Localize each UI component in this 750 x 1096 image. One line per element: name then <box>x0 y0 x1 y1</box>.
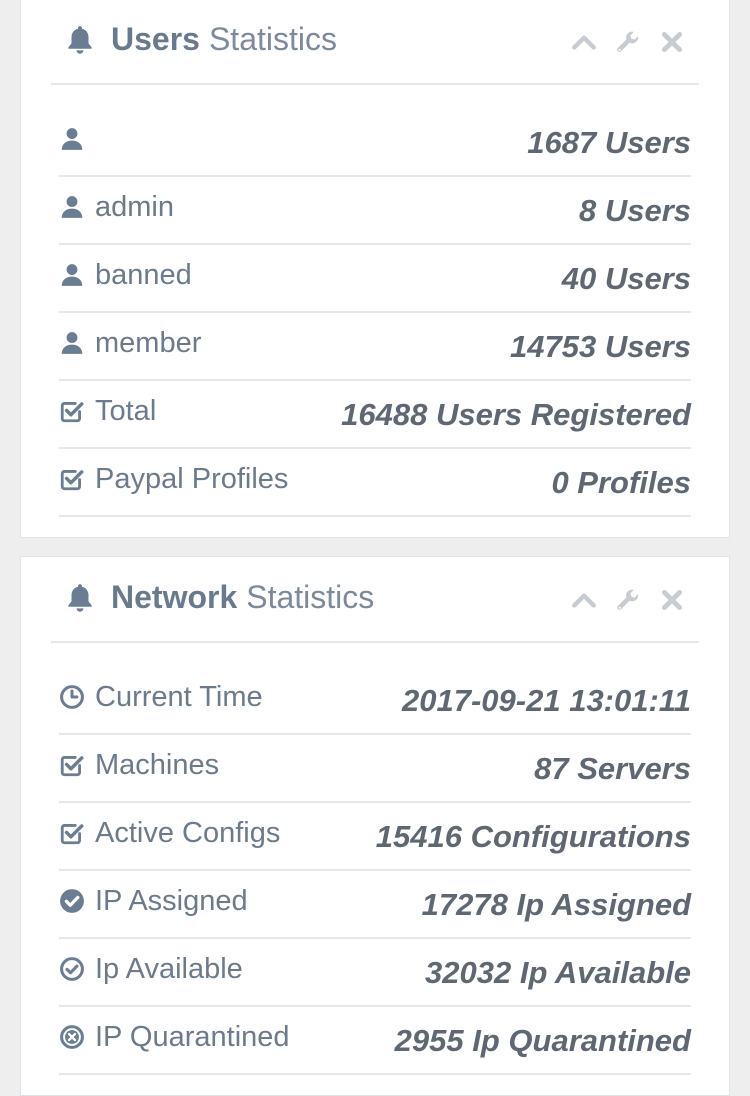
row-label: Current Time <box>95 680 263 713</box>
list-item: admin 8 Users <box>59 177 691 245</box>
bell-icon <box>68 583 92 612</box>
list-item: Active Configs 15416 Configurations <box>59 803 691 871</box>
row-value: 16488 Users Registered <box>341 397 691 432</box>
row-label: admin <box>95 190 174 223</box>
list-item: banned 40 Users <box>59 245 691 313</box>
row-value: 17278 Ip Assigned <box>421 887 691 922</box>
row-value: 8 Users <box>578 193 691 228</box>
chevron-up-icon[interactable] <box>571 29 597 55</box>
title-strong: Network <box>111 579 238 615</box>
widget-toolbar <box>571 29 685 55</box>
row-value: 0 Profiles <box>551 465 691 500</box>
row-label: Active Configs <box>95 816 281 849</box>
title-light: Statistics <box>208 21 337 57</box>
widget-toolbar <box>571 587 685 613</box>
title-light: Statistics <box>246 579 375 615</box>
users-stats-list: 1687 Users admin 8 Users banned 40 Users… <box>59 109 691 517</box>
times-circle-icon <box>60 1025 84 1049</box>
row-label: IP Quarantined <box>95 1020 290 1053</box>
widget-title: Users Statistics <box>63 21 337 58</box>
list-item: Total 16488 Users Registered <box>59 381 691 449</box>
row-value: 14753 Users <box>510 329 691 364</box>
widget-title: Network Statistics <box>63 579 374 616</box>
wrench-icon[interactable] <box>615 29 641 55</box>
widget-header: Users Statistics <box>51 0 699 85</box>
row-label: Total <box>95 394 157 427</box>
list-item: IP Quarantined 2955 Ip Quarantined <box>59 1007 691 1075</box>
title-strong: Users <box>111 21 200 57</box>
row-label: Ip Available <box>95 952 243 985</box>
users-statistics-widget: Users Statistics 1687 Users admin 8 User… <box>20 0 730 538</box>
list-item: Machines 87 Servers <box>59 735 691 803</box>
list-item: Current Time 2017-09-21 13:01:11 <box>59 667 691 735</box>
user-icon <box>61 196 83 218</box>
row-label: Paypal Profiles <box>95 462 289 495</box>
row-value: 2017-09-21 13:01:11 <box>402 683 691 718</box>
check-circle-icon <box>60 889 84 913</box>
check-square-icon <box>60 402 84 423</box>
check-circle-outline-icon <box>60 957 84 981</box>
row-value: 1687 Users <box>527 125 691 160</box>
row-value: 32032 Ip Available <box>425 955 691 990</box>
network-stats-list: Current Time 2017-09-21 13:01:11 Machine… <box>59 667 691 1075</box>
chevron-up-icon[interactable] <box>571 587 597 613</box>
close-icon[interactable] <box>659 587 685 613</box>
close-icon[interactable] <box>659 29 685 55</box>
list-item: IP Assigned 17278 Ip Assigned <box>59 871 691 939</box>
user-icon <box>61 264 83 286</box>
widget-header: Network Statistics <box>51 557 699 643</box>
row-value: 40 Users <box>561 261 691 296</box>
network-statistics-widget: Network Statistics Current Time 2017-09-… <box>20 556 730 1096</box>
user-icon <box>61 332 83 354</box>
bell-icon <box>68 25 92 54</box>
row-label: Machines <box>95 748 220 781</box>
row-label: banned <box>95 258 192 291</box>
list-item: 1687 Users <box>59 109 691 177</box>
row-value: 15416 Configurations <box>375 819 691 854</box>
clock-icon <box>60 685 84 709</box>
row-label: member <box>95 326 202 359</box>
list-item: member 14753 Users <box>59 313 691 381</box>
list-item: Paypal Profiles 0 Profiles <box>59 449 691 517</box>
list-item: Ip Available 32032 Ip Available <box>59 939 691 1007</box>
row-value: 87 Servers <box>534 751 691 786</box>
check-square-icon <box>60 824 84 845</box>
row-value: 2955 Ip Quarantined <box>394 1023 691 1058</box>
check-square-icon <box>60 756 84 777</box>
user-icon <box>61 128 83 150</box>
check-square-icon <box>60 470 84 491</box>
wrench-icon[interactable] <box>615 587 641 613</box>
row-label: IP Assigned <box>95 884 248 917</box>
